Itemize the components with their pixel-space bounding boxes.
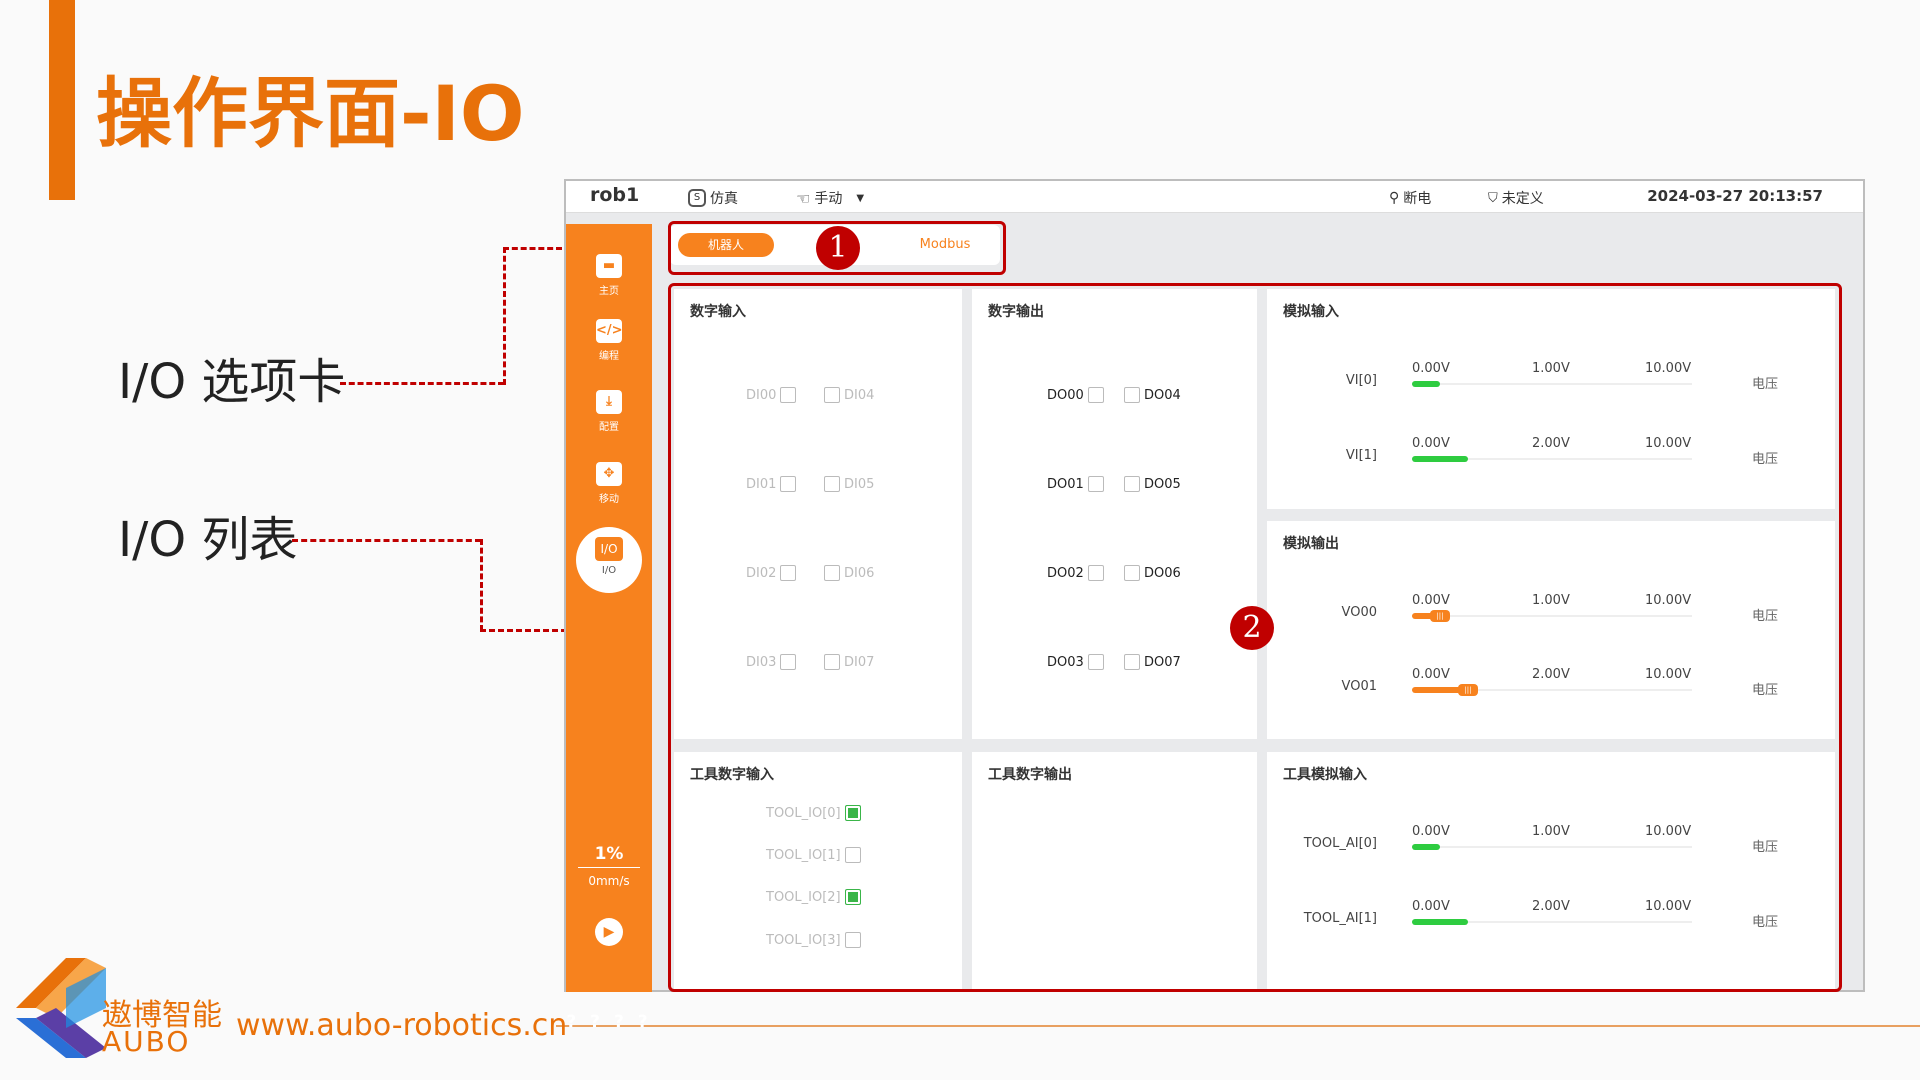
annotation-number-2: 2 bbox=[1230, 606, 1274, 650]
leader-line-tabs bbox=[340, 382, 504, 385]
leader-line-tabs-vertical bbox=[503, 247, 506, 385]
slide-title: 操作界面-IO bbox=[96, 69, 525, 158]
control-mode-dropdown[interactable]: ☜ 手动 ▼ bbox=[796, 188, 864, 208]
robot-arm-icon: ⚲ bbox=[1389, 190, 1400, 206]
sim-mode-indicator[interactable]: S 仿真 bbox=[688, 188, 738, 208]
sidebar-item-program[interactable]: </> 编程 bbox=[566, 319, 652, 362]
sidebar-item-home[interactable]: ▬ 主页 bbox=[566, 254, 652, 297]
speed-divider bbox=[578, 867, 640, 868]
sidebar-item-move[interactable]: ✥ 移动 bbox=[566, 462, 652, 505]
title-accent-bar bbox=[49, 0, 75, 200]
safety-label: 未定义 bbox=[1501, 191, 1544, 207]
sidebar: ▬ 主页 </> 编程 ⤓ 配置 ✥ 移动 I/O I/O 1% 0mm/s ▶… bbox=[566, 224, 652, 1032]
help-buttons[interactable]: ? ? ? ? bbox=[566, 1012, 652, 1032]
code-icon: </> bbox=[596, 319, 623, 343]
hand-icon: ☜ bbox=[796, 188, 811, 208]
speed-percent[interactable]: 1% bbox=[566, 844, 652, 864]
power-label: 断电 bbox=[1403, 191, 1432, 207]
logo-english-text: AUBO bbox=[102, 1025, 191, 1058]
sidebar-item-config[interactable]: ⤓ 配置 bbox=[566, 390, 652, 433]
move-icon: ✥ bbox=[596, 462, 622, 486]
play-icon: ▶ bbox=[603, 924, 615, 940]
website-url: www.aubo-robotics.cn bbox=[236, 1008, 568, 1043]
home-icon: ▬ bbox=[596, 254, 622, 278]
shield-s-icon: S bbox=[688, 189, 706, 207]
mode-label: 仿真 bbox=[710, 191, 738, 207]
io-list-label: I/O 列表 bbox=[118, 512, 298, 568]
io-icon: I/O bbox=[595, 537, 623, 561]
datetime: 2024-03-27 20:13:57 bbox=[1647, 187, 1823, 205]
control-label: 手动 bbox=[814, 191, 843, 207]
speed-value: 0mm/s bbox=[588, 874, 630, 888]
config-icon: ⤓ bbox=[596, 390, 622, 414]
sidebar-item-io[interactable]: I/O I/O bbox=[576, 527, 642, 593]
power-indicator[interactable]: ⚲ 断电 bbox=[1389, 188, 1431, 208]
top-status-bar: rob1 S 仿真 ☜ 手动 ▼ ⚲ 断电 ⛉ 未定义 2024-03-27 2… bbox=[566, 181, 1863, 213]
footer-divider bbox=[556, 1025, 1920, 1027]
annotation-number-1: 1 bbox=[816, 226, 860, 270]
io-tabs-label: I/O 选项卡 bbox=[118, 354, 346, 410]
safety-shield-icon: ⛉ bbox=[1488, 190, 1498, 206]
chevron-down-icon: ▼ bbox=[856, 192, 865, 204]
robot-name[interactable]: rob1 bbox=[590, 184, 639, 206]
leader-line-list bbox=[292, 539, 481, 542]
leader-line-list-vertical bbox=[480, 539, 483, 631]
safety-indicator[interactable]: ⛉ 未定义 bbox=[1488, 188, 1544, 208]
play-button[interactable]: ▶ bbox=[595, 918, 623, 946]
app-window: rob1 S 仿真 ☜ 手动 ▼ ⚲ 断电 ⛉ 未定义 2024-03-27 2… bbox=[564, 179, 1865, 1032]
